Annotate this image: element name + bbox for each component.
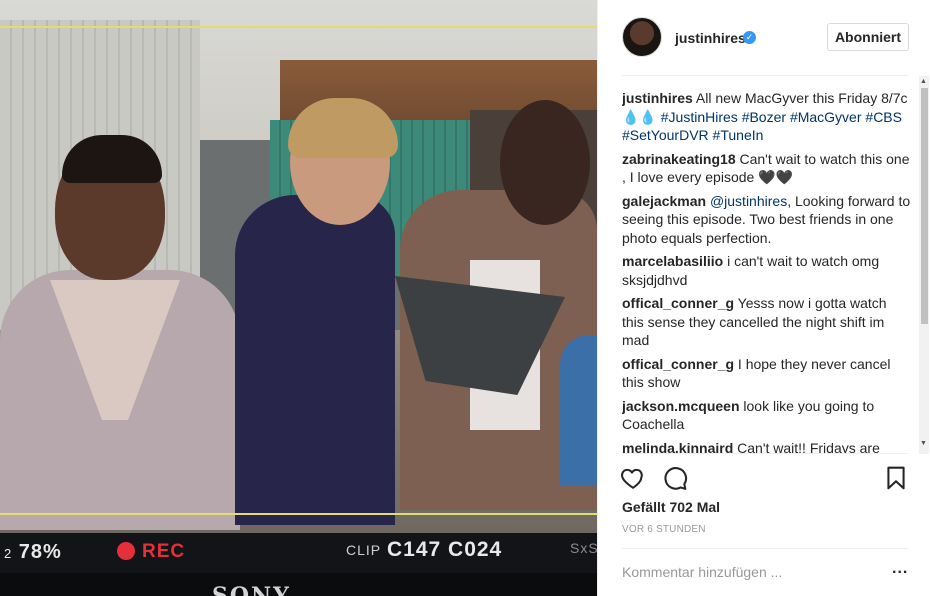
monitor-hud-bar bbox=[0, 533, 597, 573]
comment-hashtag-link[interactable]: #Bozer bbox=[742, 109, 786, 125]
comment-item: offical_conner_g Yesss now i gotta watch… bbox=[622, 294, 912, 350]
header-divider bbox=[622, 75, 908, 76]
hud-battery: 2 78% bbox=[4, 541, 62, 564]
post-photo[interactable]: 2 78% REC CLIP C147 C024 SxS SONY bbox=[0, 0, 597, 596]
comment-username[interactable]: offical_conner_g bbox=[622, 295, 734, 311]
comment-item: zabrinakeating18 Can't wait to watch thi… bbox=[622, 150, 912, 187]
comment-item: jackson.mcqueen look like you going to C… bbox=[622, 397, 912, 434]
scroll-up-arrow-icon[interactable]: ▲ bbox=[920, 78, 927, 85]
header-username[interactable]: justinhires bbox=[675, 30, 746, 46]
rec-dot-icon bbox=[117, 542, 135, 560]
comment-username[interactable]: jackson.mcqueen bbox=[622, 398, 740, 414]
likes-count[interactable]: Gefällt 702 Mal bbox=[622, 499, 720, 515]
monitor-frame-guide-top bbox=[0, 26, 597, 28]
comment-hashtag-link[interactable]: #CBS bbox=[865, 109, 902, 125]
comment-item: melinda.kinnaird Can't wait!! Fridays ar… bbox=[622, 439, 912, 454]
comment-hashtag-link[interactable]: #MacGyver bbox=[790, 109, 862, 125]
comment-hashtag-link[interactable]: #SetYourDVR bbox=[622, 127, 709, 143]
add-comment-input[interactable] bbox=[622, 562, 872, 582]
hud-clip-label: CLIP bbox=[346, 542, 382, 558]
comments-scrollbar-thumb[interactable] bbox=[921, 88, 928, 324]
post-header: justinhires ✓ Abonniert bbox=[598, 0, 930, 76]
comment-hashtag-link[interactable]: @justinhires bbox=[710, 193, 787, 209]
comment-hashtag-link[interactable]: #JustinHires bbox=[661, 109, 738, 125]
following-button[interactable]: Abonniert bbox=[827, 23, 909, 51]
photo-person-right-head bbox=[500, 100, 590, 225]
post-caption: justinhires All new MacGyver this Friday… bbox=[622, 89, 912, 145]
bookmark-icon[interactable] bbox=[883, 465, 909, 491]
camera-brand-text: SONY bbox=[212, 583, 291, 596]
heart-icon[interactable] bbox=[620, 465, 646, 491]
hud-battery-prefix: 2 bbox=[4, 546, 13, 561]
comment-item: marcelabasiliio i can't wait to watch om… bbox=[622, 252, 912, 289]
photo-barrel bbox=[560, 335, 597, 485]
avatar[interactable] bbox=[622, 17, 662, 57]
comment-icon[interactable] bbox=[662, 465, 688, 491]
monitor-frame-guide-bottom bbox=[0, 513, 597, 515]
comment-item: offical_conner_g I hope they never cance… bbox=[622, 355, 912, 392]
scroll-down-arrow-icon[interactable]: ▼ bbox=[920, 440, 927, 447]
comment-hashtag-link[interactable]: #TuneIn bbox=[713, 127, 764, 143]
post-timestamp[interactable]: VOR 6 STUNDEN bbox=[622, 524, 706, 535]
comment-text: Can't wait!! Fridays are bbox=[737, 439, 880, 454]
comment-username[interactable]: zabrinakeating18 bbox=[622, 151, 736, 167]
comment-username[interactable]: marcelabasiliio bbox=[622, 253, 723, 269]
hud-rec: REC bbox=[142, 541, 186, 562]
comment-item: galejackman @justinhires, Looking forwar… bbox=[622, 192, 912, 248]
post-side-panel: justinhires ✓ Abonniert justinhires All … bbox=[597, 0, 930, 596]
more-options-icon[interactable]: ... bbox=[892, 560, 908, 578]
comments-list: justinhires All new MacGyver this Friday… bbox=[622, 89, 912, 453]
comment-username[interactable]: galejackman bbox=[622, 193, 706, 209]
actions-divider bbox=[622, 453, 908, 454]
comment-username[interactable]: justinhires bbox=[622, 90, 693, 106]
camera-body bbox=[0, 573, 597, 596]
verified-badge-icon: ✓ bbox=[743, 31, 756, 44]
comment-username[interactable]: melinda.kinnaird bbox=[622, 440, 733, 454]
comment-username[interactable]: offical_conner_g bbox=[622, 356, 734, 372]
hud-media-label: SxS bbox=[570, 540, 597, 556]
photo-person-center-body bbox=[235, 195, 395, 525]
hud-battery-value: 78% bbox=[18, 541, 62, 563]
comment-box-divider bbox=[622, 548, 908, 549]
hud-clip-value: C147 C024 bbox=[387, 538, 503, 561]
